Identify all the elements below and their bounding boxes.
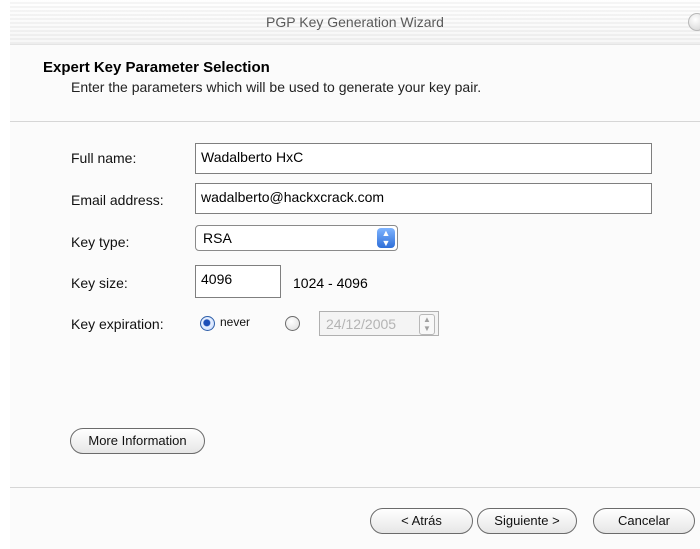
window-title: PGP Key Generation Wizard <box>266 14 444 30</box>
more-information-button[interactable]: More Information <box>70 428 205 454</box>
expiration-date-value: 24/12/2005 <box>326 316 397 332</box>
key-type-label: Key type: <box>71 234 130 250</box>
expiration-date-radio[interactable] <box>285 316 300 331</box>
back-button[interactable]: < Atrás <box>370 508 473 534</box>
expiration-label: Key expiration: <box>71 316 164 332</box>
expiration-never-text: never <box>220 315 251 329</box>
expiration-never-radio[interactable] <box>200 316 215 331</box>
expiration-date-field: 24/12/2005 ▲ ▼ <box>319 311 439 336</box>
header-divider <box>10 121 700 122</box>
key-size-label: Key size: <box>71 275 128 291</box>
close-icon[interactable] <box>688 13 700 31</box>
title-bar: PGP Key Generation Wizard <box>10 0 700 45</box>
key-size-range: 1024 - 4096 <box>293 275 368 291</box>
email-label: Email address: <box>71 192 164 208</box>
key-type-value: RSA <box>203 230 232 246</box>
wizard-window: PGP Key Generation Wizard Expert Key Par… <box>10 0 700 549</box>
full-name-field[interactable]: Wadalberto HxC <box>195 143 652 174</box>
full-name-label: Full name: <box>71 150 137 166</box>
spinner-icon: ▲ ▼ <box>419 314 435 335</box>
cancel-button[interactable]: Cancelar <box>593 508 695 534</box>
footer-divider <box>10 487 700 488</box>
key-type-select[interactable]: RSA ▲ ▼ <box>195 225 398 251</box>
chevron-up-down-icon: ▲ ▼ <box>377 228 395 248</box>
page-subtitle: Enter the parameters which will be used … <box>71 79 482 95</box>
page-title: Expert Key Parameter Selection <box>43 59 270 76</box>
email-field[interactable]: wadalberto@hackxcrack.com <box>195 183 652 214</box>
next-button[interactable]: Siguiente > <box>477 508 577 534</box>
key-size-field[interactable]: 4096 <box>195 265 281 298</box>
